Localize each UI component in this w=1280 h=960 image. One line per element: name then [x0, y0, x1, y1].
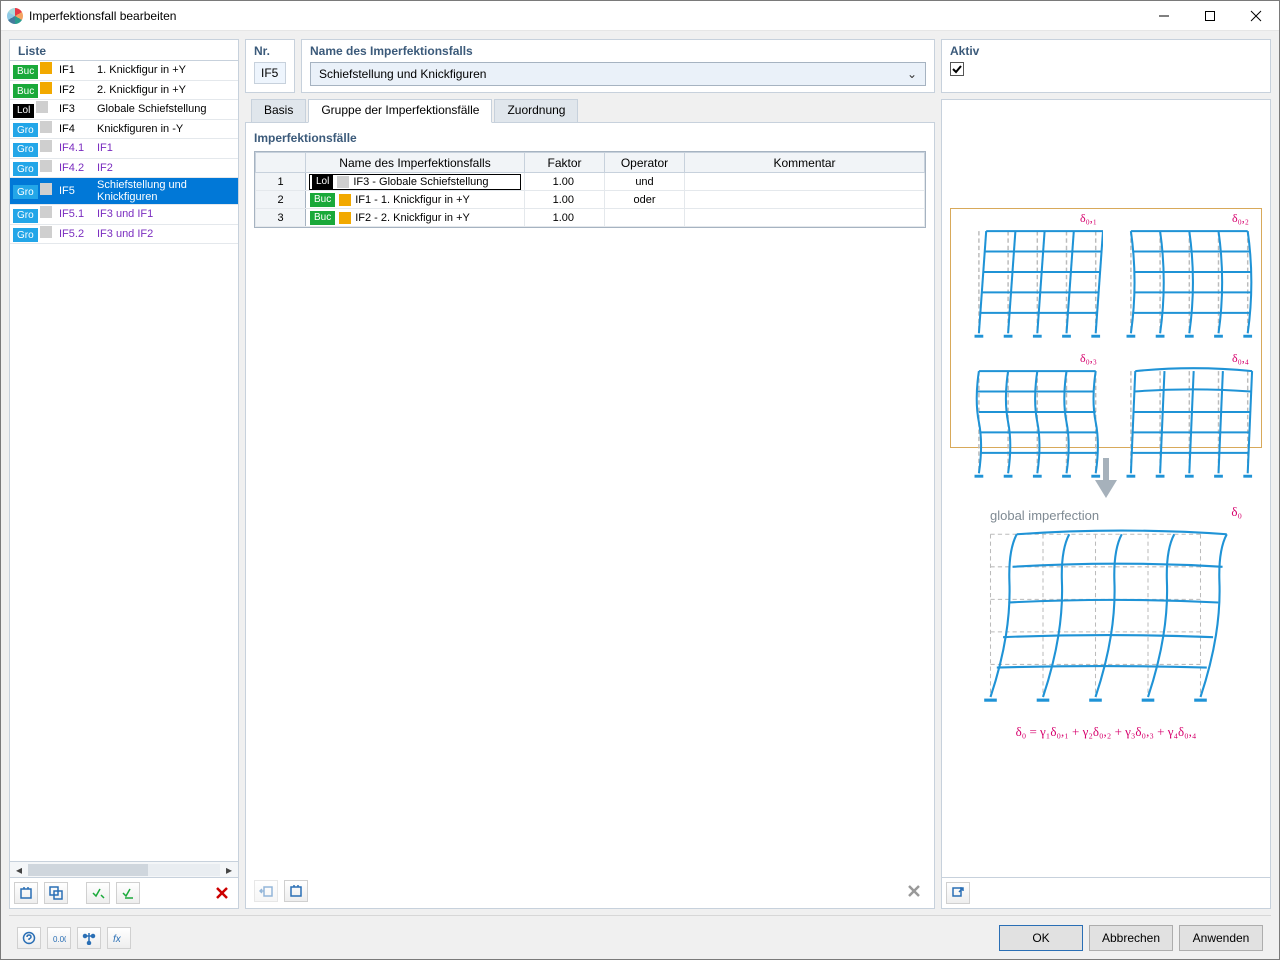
table-row[interactable]: 3BucIF2 - 2. Knickfigur in +Y1.00	[256, 209, 925, 227]
delta-1-label: δ₀,₁	[1080, 211, 1097, 226]
col-rownum	[256, 153, 306, 173]
apply-button[interactable]: Anwenden	[1179, 925, 1263, 951]
chevron-down-icon: ⌄	[903, 67, 921, 81]
delta-3-label: δ₀,₃	[1080, 351, 1097, 366]
minimize-button[interactable]	[1141, 1, 1187, 31]
list-item[interactable]: LolIF3Globale Schiefstellung	[10, 100, 238, 120]
aktiv-checkbox[interactable]	[950, 62, 964, 76]
new-button[interactable]	[14, 882, 38, 904]
list-item[interactable]: BucIF22. Knickfigur in +Y	[10, 80, 238, 100]
aktiv-label: Aktiv	[950, 44, 1262, 58]
delete-row-button[interactable]	[902, 880, 926, 902]
scroll-right-icon[interactable]: ▸	[222, 863, 236, 877]
maximize-button[interactable]	[1187, 1, 1233, 31]
table-row[interactable]: 2BucIF1 - 1. Knickfigur in +Y1.00oder	[256, 191, 925, 209]
move-left-button[interactable]	[254, 880, 278, 902]
col-faktor: Faktor	[525, 153, 605, 173]
list-panel: Liste BucIF11. Knickfigur in +YBucIF22. …	[9, 39, 239, 909]
scroll-left-icon[interactable]: ◂	[12, 863, 26, 877]
svg-text:0.00: 0.00	[53, 935, 66, 944]
list-item[interactable]: GroIF5.2IF3 und IF2	[10, 224, 238, 244]
check-a-button[interactable]	[86, 882, 110, 904]
nr-value: IF5	[254, 62, 286, 84]
cases-table[interactable]: Name des Imperfektionsfalls Faktor Opera…	[254, 151, 926, 228]
list-item[interactable]: GroIF4.1IF1	[10, 139, 238, 159]
list-item[interactable]: GroIF4.2IF2	[10, 158, 238, 178]
list-header: Liste	[10, 40, 238, 60]
table-row[interactable]: 1LolIF3 - Globale Schiefstellung1.00und	[256, 173, 925, 191]
section-title: Imperfektionsfälle	[254, 131, 926, 145]
list-item[interactable]: GroIF5.1IF3 und IF1	[10, 205, 238, 225]
tab-zuordnung[interactable]: Zuordnung	[494, 99, 578, 123]
global-delta-label: δ₀	[1231, 504, 1242, 520]
diagram-2-icon	[1109, 215, 1255, 349]
tab-gruppe[interactable]: Gruppe der Imperfektionsfälle	[308, 99, 492, 123]
col-kommentar: Kommentar	[685, 153, 925, 173]
units-button[interactable]: 0.00	[47, 927, 71, 949]
window-title: Imperfektionsfall bearbeiten	[29, 9, 176, 23]
cancel-button[interactable]: Abbrechen	[1089, 925, 1173, 951]
name-combo[interactable]: Schiefstellung und Knickfiguren ⌄	[310, 62, 926, 86]
diagram-4-icon	[1109, 355, 1255, 489]
preview-panel: δ₀,₁	[941, 99, 1271, 909]
formula-label: δ₀ = γ₁δ₀,₁ + γ₂δ₀,₂ + γ₃δ₀,₃ + γ₄δ₀,₄	[1016, 724, 1197, 740]
list-item[interactable]: BucIF11. Knickfigur in +Y	[10, 61, 238, 80]
app-icon	[7, 8, 23, 24]
titlebar: Imperfektionsfall bearbeiten	[1, 1, 1279, 31]
diagram-1-icon	[957, 215, 1103, 349]
help-button[interactable]	[17, 927, 41, 949]
list-hscroll[interactable]: ◂ ▸	[10, 861, 238, 877]
list-item[interactable]: GroIF5Schiefstellung und Knickfiguren	[10, 178, 238, 205]
list-item[interactable]: GroIF4Knickfiguren in -Y	[10, 119, 238, 139]
list[interactable]: BucIF11. Knickfigur in +YBucIF22. Knickf…	[10, 60, 238, 861]
name-label: Name des Imperfektionsfalls	[310, 44, 926, 58]
diagram-global-icon	[950, 508, 1262, 718]
close-button[interactable]	[1233, 1, 1279, 31]
tab-basis[interactable]: Basis	[251, 99, 306, 123]
nr-label: Nr.	[254, 44, 286, 58]
new-row-button[interactable]	[284, 880, 308, 902]
col-name: Name des Imperfektionsfalls	[306, 153, 525, 173]
list-toolbar	[10, 877, 238, 908]
delta-2-label: δ₀,₂	[1232, 211, 1249, 226]
name-box: Name des Imperfektionsfalls Schiefstellu…	[301, 39, 935, 93]
preview-detach-button[interactable]	[946, 882, 970, 904]
diagram-3-icon	[957, 355, 1103, 489]
check-b-button[interactable]	[116, 882, 140, 904]
delta-4-label: δ₀,₄	[1232, 351, 1249, 366]
main-content: Basis Gruppe der Imperfektionsfälle Zuor…	[245, 99, 935, 909]
svg-text:fx: fx	[113, 934, 122, 945]
copy-button[interactable]	[44, 882, 68, 904]
ok-button[interactable]: OK	[999, 925, 1083, 951]
nr-box: Nr. IF5	[245, 39, 295, 93]
aktiv-box: Aktiv	[941, 39, 1271, 93]
col-operator: Operator	[605, 153, 685, 173]
name-combo-value: Schiefstellung und Knickfiguren	[319, 67, 486, 81]
tree-button[interactable]	[77, 927, 101, 949]
delete-button[interactable]	[210, 882, 234, 904]
global-imperfection-label: global imperfection	[990, 508, 1099, 523]
fx-button[interactable]: fx	[107, 927, 131, 949]
